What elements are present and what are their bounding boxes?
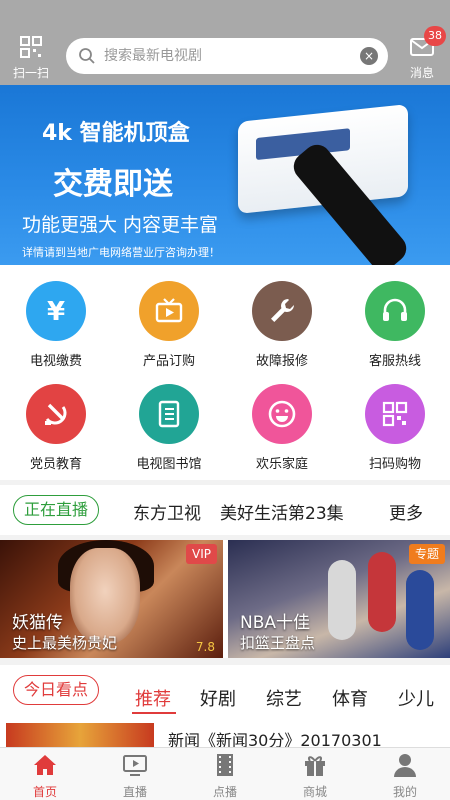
video-title: 妖猫传 <box>12 613 63 633</box>
service-happy-family[interactable]: 欢乐家庭 <box>226 368 338 472</box>
search-input[interactable] <box>104 45 344 67</box>
video-title: NBA十佳 <box>240 613 311 633</box>
promo-banner[interactable]: 4k 智能机顶盒 交费即送 功能更强大 内容更丰富 详情请到当地广电网络营业厅咨… <box>0 85 450 265</box>
gift-icon <box>305 756 325 776</box>
tab-live[interactable]: 直播 <box>90 752 180 800</box>
news-item[interactable]: 新闻《新闻30分》20170301 <box>0 715 450 747</box>
service-hotline[interactable]: 客服热线 <box>339 265 450 369</box>
bottom-tab-bar: 首页 直播 点播 商城 我的 <box>0 747 450 800</box>
video-card[interactable]: 专题 NBA十佳 扣篮王盘点 <box>228 540 450 658</box>
service-label: 电视缴费 <box>29 354 82 369</box>
live-now-strip[interactable]: 正在直播 东方卫视 美好生活第23集 更多 <box>0 485 450 535</box>
tab-label: 直播 <box>122 785 147 799</box>
user-icon <box>394 754 416 777</box>
news-title: 新闻《新闻30分》20170301 <box>168 731 382 747</box>
yen-icon: ¥ <box>47 297 65 326</box>
book-icon <box>158 400 180 428</box>
poster-player <box>406 570 434 650</box>
tab-mine[interactable]: 我的 <box>360 752 450 800</box>
tv-icon <box>155 298 183 323</box>
service-tv-library[interactable]: 电视图书馆 <box>113 368 225 472</box>
party-emblem-icon <box>45 403 67 425</box>
tab-variety[interactable]: 综艺 <box>266 685 302 711</box>
tab-label: 首页 <box>32 785 57 799</box>
live-show-title[interactable]: 美好生活第23集 <box>220 499 344 524</box>
scan-icon <box>20 36 42 58</box>
service-label: 产品订购 <box>142 354 195 369</box>
top-header: 扫一扫 × 消息 38 <box>0 0 450 85</box>
film-icon <box>217 754 233 776</box>
home-icon <box>34 755 56 775</box>
service-label: 欢乐家庭 <box>255 457 308 472</box>
banner-title: 4k 智能机顶盒 <box>42 121 190 146</box>
svg-text:¥: ¥ <box>47 297 65 326</box>
tab-mall[interactable]: 商城 <box>270 752 360 800</box>
qr-code-icon <box>382 401 408 427</box>
tab-home[interactable]: 首页 <box>0 752 90 800</box>
service-label: 客服热线 <box>368 354 421 369</box>
scan-button[interactable]: 扫一扫 <box>8 36 54 81</box>
message-count-badge: 38 <box>424 26 446 46</box>
message-button[interactable]: 消息 38 <box>400 26 446 81</box>
app-page: 扫一扫 × 消息 38 4k 智能机顶盒 交费即送 功能更强大 内容更丰富 详情… <box>0 0 450 800</box>
smile-icon <box>268 400 296 428</box>
banner-note: 详情请到当地广电网络营业厅咨询办理！ <box>22 246 220 259</box>
service-tv-payment[interactable]: ¥ 电视缴费 <box>0 265 112 369</box>
headset-icon <box>383 298 407 321</box>
poster-image <box>328 560 356 640</box>
featured-videos: VIP 妖猫传 史上最美杨贵妃 7.8 专题 NBA十佳 扣篮王盘点 <box>0 540 450 658</box>
tab-label: 我的 <box>392 785 417 799</box>
tab-drama[interactable]: 好剧 <box>200 685 236 711</box>
video-score: 7.8 <box>195 640 215 654</box>
service-product-order[interactable]: 产品订购 <box>113 265 225 369</box>
tab-label: 点播 <box>212 785 237 799</box>
banner-tagline: 功能更强大 内容更丰富 <box>22 214 219 236</box>
live-channel[interactable]: 东方卫视 <box>133 499 201 524</box>
today-highlights: 今日看点 推荐 好剧 综艺 体育 少儿 <box>0 665 450 715</box>
live-more-link[interactable]: 更多 <box>389 499 423 524</box>
video-subtitle: 扣篮王盘点 <box>240 634 316 652</box>
tab-recommend[interactable]: 推荐 <box>135 685 171 711</box>
play-screen-icon <box>123 755 147 776</box>
video-card[interactable]: VIP 妖猫传 史上最美杨贵妃 7.8 <box>0 540 223 658</box>
tab-label: 商城 <box>302 785 327 799</box>
wrench-icon <box>271 299 294 322</box>
service-qr-shopping[interactable]: 扫码购物 <box>339 368 450 472</box>
active-tab-indicator <box>132 712 176 714</box>
today-badge: 今日看点 <box>13 675 100 705</box>
tab-kids[interactable]: 少儿 <box>398 685 434 711</box>
tab-sports[interactable]: 体育 <box>332 685 368 711</box>
message-label: 消息 <box>409 66 434 80</box>
special-badge: 专题 <box>408 544 445 564</box>
news-thumbnail <box>6 723 154 747</box>
search-bar[interactable]: × <box>66 38 388 74</box>
service-label: 故障报修 <box>255 354 308 369</box>
service-repair[interactable]: 故障报修 <box>226 265 338 369</box>
banner-headline: 交费即送 <box>53 167 173 202</box>
service-label: 党员教育 <box>29 457 82 472</box>
video-subtitle: 史上最美杨贵妃 <box>12 634 118 652</box>
service-label: 电视图书馆 <box>136 457 202 472</box>
service-label: 扫码购物 <box>368 457 421 472</box>
service-party-education[interactable]: 党员教育 <box>0 368 112 472</box>
vip-badge: VIP <box>186 544 217 564</box>
clear-search-icon[interactable]: × <box>360 47 378 65</box>
tab-vod[interactable]: 点播 <box>180 752 270 800</box>
search-icon <box>79 48 95 64</box>
live-now-badge: 正在直播 <box>13 495 100 525</box>
service-grid: ¥ 电视缴费 产品订购 故障报修 客服热线 党员教育 电视图书馆 欢乐家庭 扫码… <box>0 265 450 480</box>
scan-label: 扫一扫 <box>12 66 49 80</box>
poster-player <box>368 552 396 632</box>
poster-face <box>70 548 140 644</box>
